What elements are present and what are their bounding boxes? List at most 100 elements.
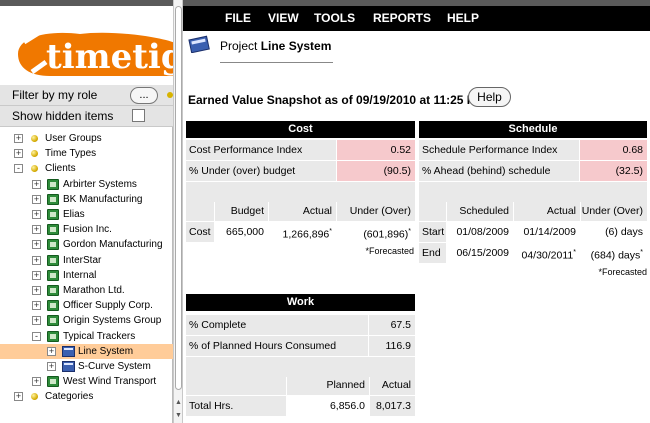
expand-icon[interactable]: +	[32, 240, 41, 250]
expand-icon[interactable]: +	[32, 210, 41, 219]
spi-label: Schedule Performance Index	[419, 140, 579, 160]
expand-icon[interactable]: +	[47, 346, 56, 356]
menu-view[interactable]: VIEW	[268, 6, 299, 31]
tree-item[interactable]: + Officer Supply Corp.	[0, 298, 173, 313]
expand-icon[interactable]: +	[14, 392, 23, 402]
tree-item-label: User Groups	[45, 133, 102, 144]
work-col-blank	[186, 375, 286, 395]
tree-item[interactable]: + Categories	[0, 389, 173, 404]
spi-value: 0.68	[580, 140, 647, 160]
menu-help[interactable]: HELP	[447, 6, 479, 31]
svg-text:timetige: timetige	[46, 37, 180, 77]
expand-icon[interactable]: +	[47, 362, 56, 371]
client-book-icon	[47, 239, 59, 251]
scroll-up-arrow-icon[interactable]: ▲	[174, 397, 183, 409]
expand-icon[interactable]: +	[14, 134, 23, 143]
filter-by-role-label: Filter by my role	[12, 88, 98, 102]
work-spacer	[186, 357, 415, 377]
expand-icon[interactable]: +	[32, 194, 41, 204]
tree-item-label: Internal	[63, 269, 97, 281]
tree-item[interactable]: + West Wind Transport	[0, 374, 173, 389]
tree-item-label: Origin Systems Group	[63, 315, 162, 327]
expand-icon[interactable]: +	[32, 377, 41, 387]
tree-item-label: Categories	[45, 391, 94, 403]
filter-role-button[interactable]: ...	[130, 87, 158, 104]
category-ball-icon	[31, 135, 38, 142]
schedule-forecast-note: *Forecasted	[598, 267, 647, 277]
tree-item-label: Officer Supply Corp.	[63, 300, 153, 312]
tree-item[interactable]: + Time Types	[0, 146, 173, 161]
expand-icon[interactable]: +	[32, 286, 41, 295]
show-hidden-checkbox[interactable]	[132, 109, 145, 122]
tree-item-label: S-Curve System	[78, 361, 151, 372]
expand-icon[interactable]: +	[32, 270, 41, 280]
tree-item[interactable]: + Marathon Ltd.	[0, 283, 173, 298]
tree-item[interactable]: - Clients	[0, 161, 173, 176]
collapse-icon[interactable]: -	[32, 331, 41, 341]
show-hidden-row: Show hidden items	[0, 106, 173, 127]
menu-tools[interactable]: TOOLS	[314, 6, 355, 31]
cpi-label: Cost Performance Index	[186, 140, 336, 160]
expand-icon[interactable]: +	[32, 316, 41, 326]
tree-item-label: Clients	[45, 163, 76, 175]
hours-consumed-value: 116.9	[369, 336, 415, 356]
tree-item[interactable]: - Typical Trackers	[0, 329, 173, 344]
tree-item[interactable]: + Origin Systems Group	[0, 313, 173, 328]
expand-icon[interactable]: +	[32, 255, 41, 265]
tree-item-label: Elias	[63, 209, 85, 220]
cost-col-blank	[186, 201, 214, 221]
collapse-icon[interactable]: -	[14, 164, 23, 174]
menu-bar: FILE VIEW TOOLS REPORTS HELP	[183, 6, 650, 31]
navigation-panel: timetige Filter by my role ... Show hidd…	[0, 0, 180, 423]
ahead-schedule-value: (32.5)	[580, 161, 647, 181]
tree-item[interactable]: + Arbirter Systems	[0, 177, 173, 192]
scrollbar-thumb[interactable]	[175, 6, 182, 390]
tree-item[interactable]: + Gordon Manufacturing	[0, 237, 173, 252]
start-scheduled-value: 01/08/2009	[456, 226, 509, 238]
cost-forecast-note: *Forecasted	[365, 246, 414, 256]
end-diff-value: (684) days*	[590, 249, 643, 262]
under-budget-label: % Under (over) budget	[186, 161, 336, 181]
show-hidden-label: Show hidden items	[12, 109, 114, 123]
scroll-down-arrow-icon[interactable]: ▼	[174, 410, 183, 422]
tree-item[interactable]: + Internal	[0, 268, 173, 283]
expand-icon[interactable]: +	[14, 149, 23, 159]
tree-item[interactable]: + Fusion Inc.	[0, 222, 173, 237]
client-book-icon	[47, 300, 59, 312]
tree-item[interactable]: + User Groups	[0, 131, 173, 146]
tree-scrollbar[interactable]: ▲ ▼	[173, 0, 183, 423]
logo-area: timetige	[0, 0, 180, 85]
menu-reports[interactable]: REPORTS	[373, 6, 431, 31]
client-book-icon	[47, 224, 59, 236]
expand-icon[interactable]: +	[32, 301, 41, 311]
tree-item[interactable]: + InterStar	[0, 253, 173, 268]
client-book-icon	[47, 209, 59, 220]
cost-spacer	[186, 182, 415, 202]
client-book-icon	[47, 269, 59, 281]
schedule-header: Schedule	[419, 121, 647, 138]
tree-item[interactable]: + S-Curve System	[0, 359, 173, 374]
cost-col-budget: Budget	[215, 201, 268, 221]
schedule-col-actual: Actual	[514, 201, 580, 221]
snapshot-title: Earned Value Snapshot as of 09/19/2010 a…	[188, 93, 485, 107]
tree-item[interactable]: + BK Manufacturing	[0, 192, 173, 207]
expand-icon[interactable]: +	[32, 225, 41, 235]
schedule-col-blank	[419, 201, 446, 221]
tree-item[interactable]: + Elias	[0, 207, 173, 222]
client-book-icon	[47, 330, 59, 342]
tree-item-label: Marathon Ltd.	[63, 285, 125, 296]
under-budget-value: (90.5)	[337, 161, 415, 181]
schedule-col-under: Under (Over)	[581, 201, 647, 221]
project-icon	[62, 361, 75, 372]
schedule-spacer	[419, 182, 647, 202]
tree-item-label: Time Types	[45, 148, 97, 160]
client-book-icon	[47, 193, 59, 205]
menu-file[interactable]: FILE	[225, 6, 251, 31]
end-actual-value: 04/30/2011*	[521, 249, 576, 262]
cost-actual-value: 1,266,896*	[282, 228, 332, 241]
tree-item[interactable]: + Line System	[0, 343, 173, 359]
help-button[interactable]: Help	[468, 87, 511, 107]
tree-item-label: Gordon Manufacturing	[63, 239, 163, 251]
cost-under-value: (601,896)*	[363, 228, 411, 241]
expand-icon[interactable]: +	[32, 179, 41, 189]
